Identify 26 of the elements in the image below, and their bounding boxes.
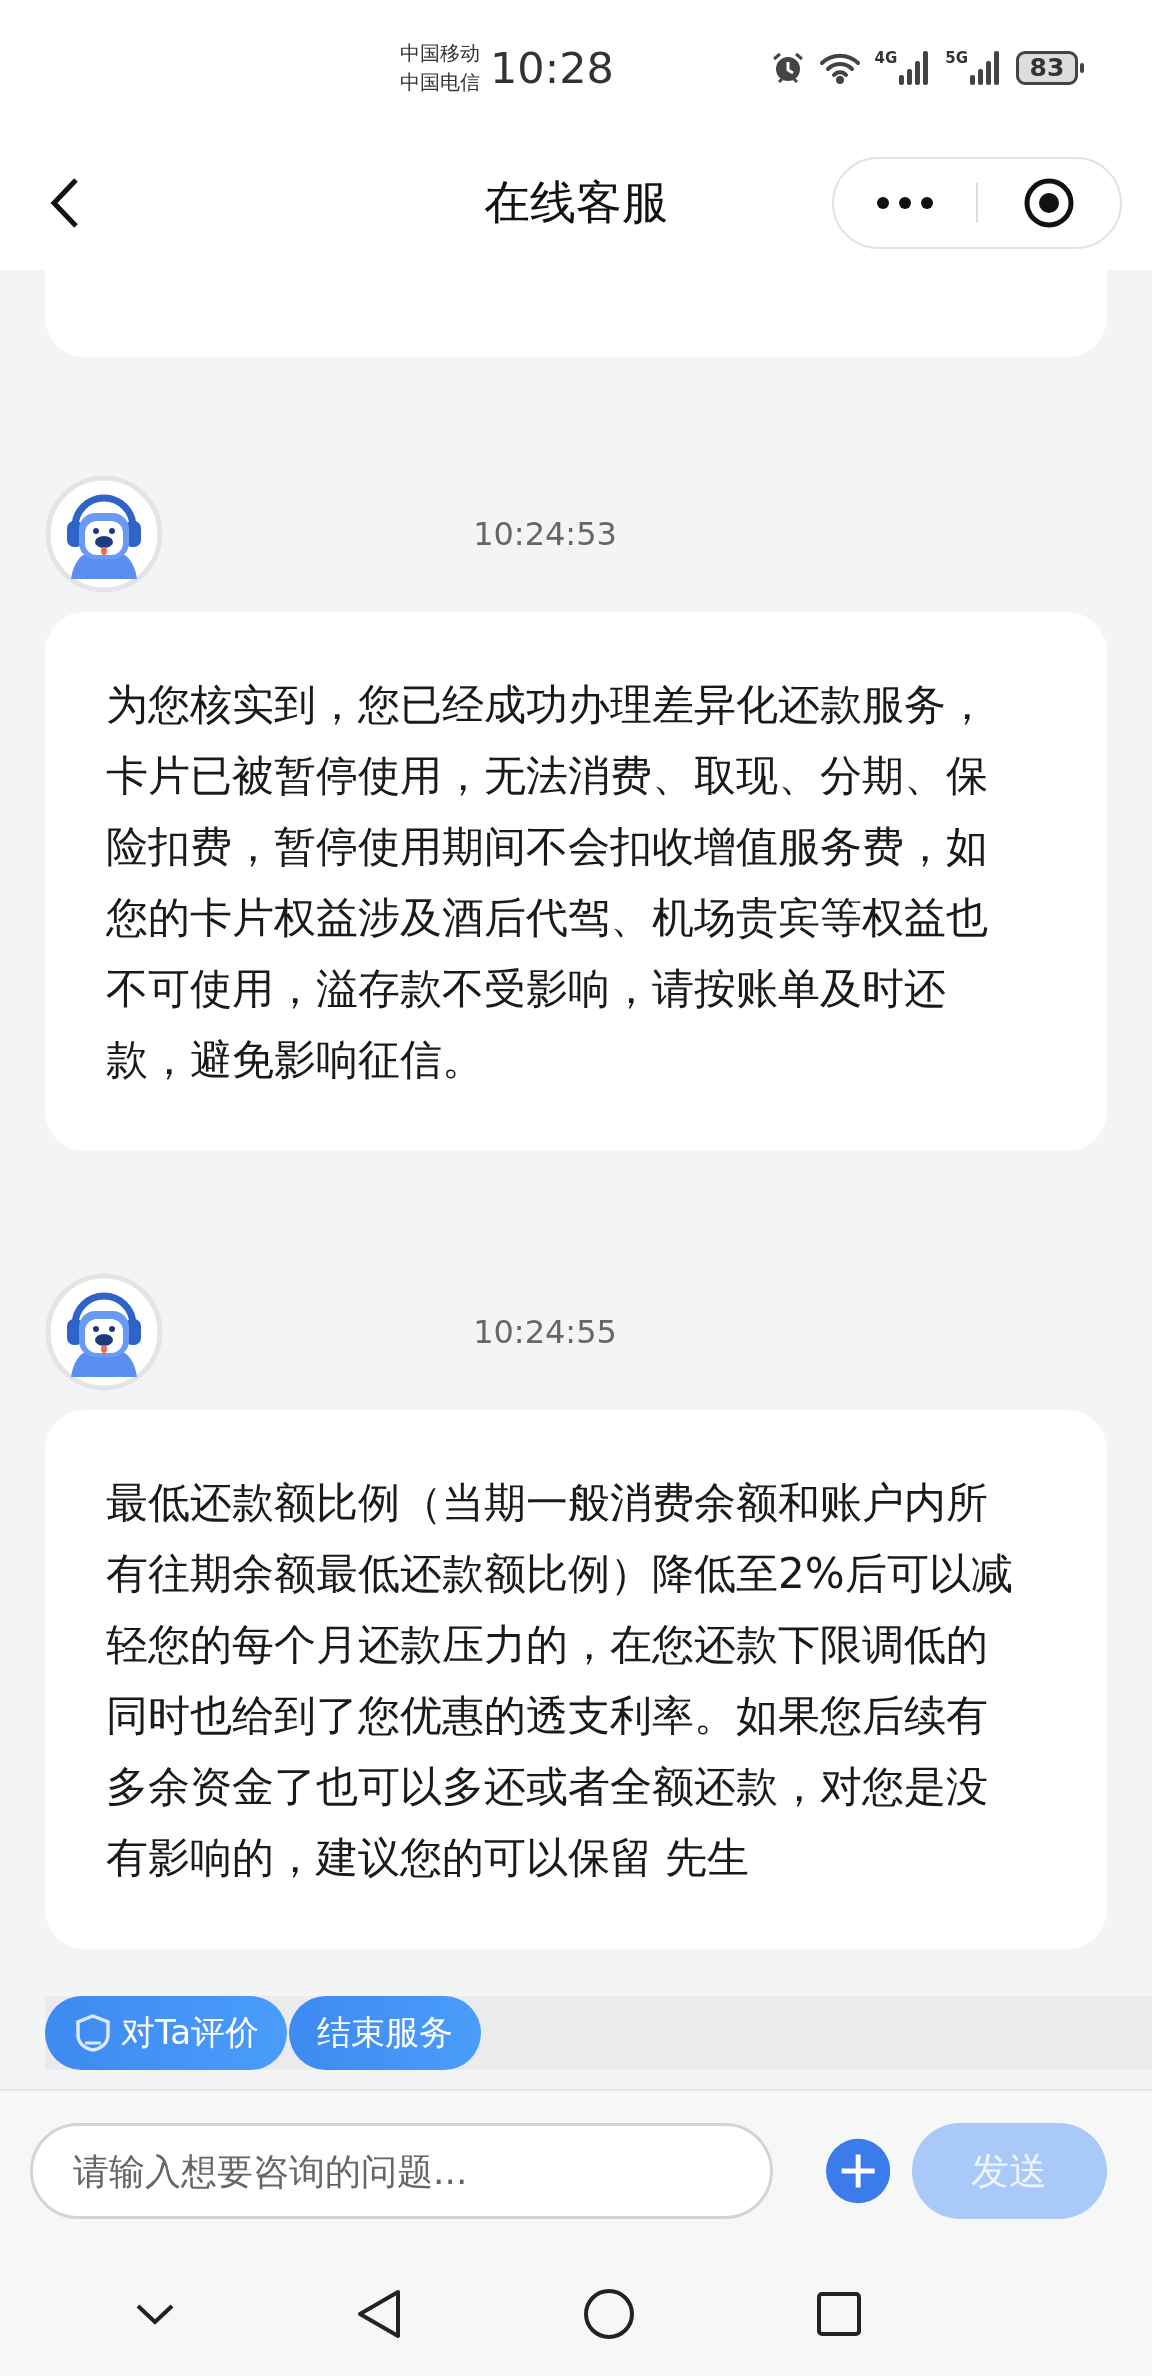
shield-icon <box>73 2013 113 2053</box>
signal-icon <box>970 50 1002 85</box>
more-icon[interactable] <box>877 196 933 209</box>
message-text: 最低还款额比例（当期一般消费余额和账户内所有往期余额最低还款额比例）降低至2%后可以减轻您的每个月还款压力的，在您还款下限调低的同时也给到了您优惠的透支利率。如果您后续有多余资金了也可以多还或者全额还款，对您是没有影响的，建议您的可以保留 先生 <box>106 1477 1014 1884</box>
carrier-name: 中国移动 <box>400 39 480 67</box>
back-icon[interactable] <box>356 2287 402 2340</box>
network-type: 5G <box>945 48 968 67</box>
message-time: 10:24:53 <box>473 515 617 553</box>
message-input[interactable]: 请输入想要咨询的问题... <box>30 2123 773 2219</box>
action-button[interactable]: 对Ta评价 <box>45 1996 287 2070</box>
alarm-icon <box>770 50 805 85</box>
message-time: 10:24:55 <box>473 1313 617 1351</box>
network-type: 4G <box>874 48 898 67</box>
avatar-icon <box>45 475 163 593</box>
wifi-icon <box>818 51 861 84</box>
clock-time: 10:28 <box>490 42 614 93</box>
avatar-icon <box>45 1273 163 1391</box>
action-button[interactable]: 结束服务 <box>289 1996 481 2070</box>
back-icon[interactable] <box>50 176 80 229</box>
home-icon[interactable] <box>583 2287 635 2340</box>
battery-level: 83 <box>1016 50 1078 85</box>
carrier-name: 中国电信 <box>400 68 480 96</box>
add-icon[interactable] <box>825 2138 890 2204</box>
page-title: 在线客服 <box>484 173 668 231</box>
message-text: 为您核实到，您已经成功办理差异化还款服务，卡片已被暂停使用，无法消费、取现、分期、保险扣费，暂停使用期间不会扣收增值服务费，如您的卡片权益涉及酒后代驾、机场贵宾等权益也不可使用，溢存款不受影响，请按账单及时还款，避免影响征信。 <box>106 679 989 1086</box>
recents-icon[interactable] <box>816 2290 862 2337</box>
